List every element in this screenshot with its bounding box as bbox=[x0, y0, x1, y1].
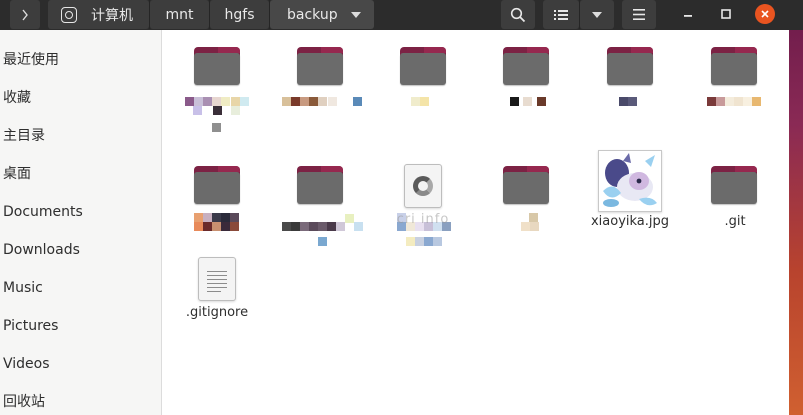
sidebar-item-home[interactable]: 主目录 bbox=[3, 126, 45, 146]
folder-icon[interactable] bbox=[297, 47, 343, 85]
drive-icon bbox=[61, 6, 77, 23]
path-back-button[interactable] bbox=[10, 0, 40, 29]
list-view-button[interactable] bbox=[543, 0, 579, 29]
maximize-button[interactable] bbox=[716, 4, 736, 24]
caret-down-icon bbox=[592, 11, 602, 18]
header-bar-edge bbox=[789, 0, 803, 30]
sidebar-item-videos[interactable]: Videos bbox=[3, 354, 50, 374]
search-button[interactable] bbox=[501, 0, 535, 29]
image-thumbnail[interactable] bbox=[598, 150, 662, 212]
desktop-background bbox=[789, 0, 803, 415]
maximize-icon bbox=[721, 9, 731, 19]
header-bar: 计算机 mnt hgfs backup bbox=[0, 0, 803, 30]
close-button[interactable] bbox=[755, 4, 775, 24]
sidebar-item-documents[interactable]: Documents bbox=[3, 202, 83, 222]
minimize-button[interactable] bbox=[678, 4, 698, 24]
file-name-image: xiaoyika.jpg bbox=[590, 214, 670, 229]
sidebar-item-trash[interactable]: 回收站 bbox=[3, 392, 45, 412]
folder-icon[interactable] bbox=[503, 47, 549, 85]
character-illustration-icon bbox=[599, 151, 661, 211]
text-file-icon[interactable] bbox=[198, 257, 236, 301]
folder-icon[interactable] bbox=[503, 166, 549, 204]
folder-icon[interactable] bbox=[400, 47, 446, 85]
file-grid: cri info xiaoyika.jpg .git .gitignore bbox=[163, 30, 789, 415]
view-options-button[interactable] bbox=[580, 0, 614, 29]
list-view-icon bbox=[554, 9, 568, 20]
folder-icon[interactable] bbox=[297, 166, 343, 204]
breadcrumb-backup[interactable]: backup bbox=[270, 0, 374, 29]
close-icon bbox=[761, 10, 769, 18]
chevron-right-icon bbox=[22, 9, 28, 20]
menu-button[interactable] bbox=[622, 0, 656, 29]
breadcrumb-hgfs[interactable]: hgfs bbox=[210, 0, 269, 29]
sidebar: 最近使用 收藏 主目录 桌面 Documents Downloads Music… bbox=[0, 30, 162, 415]
sidebar-item-downloads[interactable]: Downloads bbox=[3, 240, 80, 260]
search-icon bbox=[510, 7, 526, 22]
sidebar-item-desktop[interactable]: 桌面 bbox=[3, 164, 31, 184]
folder-icon[interactable] bbox=[607, 47, 653, 85]
sidebar-item-starred[interactable]: 收藏 bbox=[3, 88, 31, 108]
sidebar-item-music[interactable]: Music bbox=[3, 278, 43, 298]
breadcrumb-mnt[interactable]: mnt bbox=[150, 0, 209, 29]
file-name-json: cri info bbox=[396, 212, 450, 227]
minimize-icon bbox=[684, 15, 692, 17]
hamburger-icon bbox=[633, 9, 645, 20]
breadcrumb-label: 计算机 bbox=[91, 7, 133, 24]
folder-icon[interactable] bbox=[194, 166, 240, 204]
file-name-gitignore: .gitignore bbox=[185, 305, 249, 320]
folder-icon[interactable] bbox=[711, 47, 757, 85]
sidebar-item-pictures[interactable]: Pictures bbox=[3, 316, 58, 336]
breadcrumb-label: backup bbox=[287, 6, 338, 23]
json-file-icon[interactable] bbox=[404, 164, 442, 208]
breadcrumb-label: hgfs bbox=[224, 6, 255, 23]
caret-down-icon bbox=[351, 11, 361, 18]
breadcrumb-computer[interactable]: 计算机 bbox=[48, 0, 149, 29]
folder-icon[interactable] bbox=[711, 166, 757, 204]
breadcrumb-label: mnt bbox=[165, 6, 194, 23]
sidebar-item-recent[interactable]: 最近使用 bbox=[3, 50, 59, 70]
folder-icon[interactable] bbox=[194, 47, 240, 85]
file-name-git: .git bbox=[724, 214, 746, 229]
